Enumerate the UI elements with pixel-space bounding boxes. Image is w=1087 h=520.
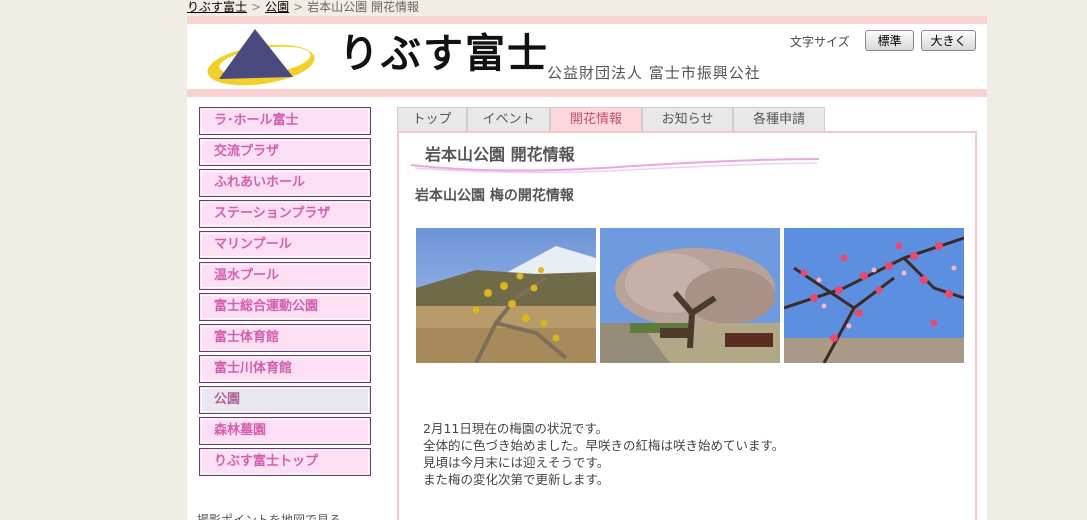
description-line: また梅の変化次第で更新します。 xyxy=(423,472,610,487)
description-line: 2月11日現在の梅園の状況です。 xyxy=(423,421,609,436)
org-name: 公益財団法人 富士市振興公社 xyxy=(547,64,761,82)
logo-text[interactable]: りぶす富士 xyxy=(339,27,549,81)
section-title: 岩本山公園 梅の開花情報 xyxy=(415,188,574,204)
font-size-label: 文字サイズ xyxy=(790,35,850,49)
breadcrumb-parent-link[interactable]: 公園 xyxy=(265,0,289,14)
tab-top[interactable]: トップ xyxy=(397,107,467,131)
sidebar-item-libus-top[interactable]: りぶす富士トップ xyxy=(199,448,371,476)
breadcrumb-separator: > xyxy=(293,0,304,14)
map-link[interactable]: 撮影ポイントを地図で見る xyxy=(197,511,341,520)
font-size-large-button[interactable]: 大きく xyxy=(921,30,976,51)
description-line: 全体的に色づき始めました。早咲きの紅梅は咲き始めています。 xyxy=(423,438,785,453)
breadcrumb-home-link[interactable]: りぶす富士 xyxy=(187,0,247,14)
sidebar-item-station-plaza[interactable]: ステーションプラザ xyxy=(199,200,371,228)
breadcrumb-current: 岩本山公園 開花情報 xyxy=(307,0,419,14)
sidebar-item-fureai-hall[interactable]: ふれあいホール xyxy=(199,169,371,197)
sidebar-item-park[interactable]: 公園 xyxy=(199,386,371,414)
sidebar-item-forest-cemetery[interactable]: 森林墓園 xyxy=(199,417,371,445)
description-line: 見頃は今月末には迎えそうです。 xyxy=(423,455,610,470)
tab-applications[interactable]: 各種申請 xyxy=(733,107,825,131)
sidebar-item-fuji-gym[interactable]: 富士体育館 xyxy=(199,324,371,352)
sidebar-item-koryu-plaza[interactable]: 交流プラザ xyxy=(199,138,371,166)
site-header: りぶす富士 公益財団法人 富士市振興公社 文字サイズ 標準 大きく xyxy=(187,16,987,97)
content-panel: 岩本山公園 開花情報 岩本山公園 梅の開花情報 2月11日現在の梅園の状況です。… xyxy=(397,131,977,520)
sidebar-item-marine-pool[interactable]: マリンプール xyxy=(199,231,371,259)
font-size-standard-button[interactable]: 標準 xyxy=(865,30,914,51)
photo-red-plum-blossom xyxy=(784,228,964,363)
photo-wintersweet xyxy=(416,228,596,363)
sidebar-item-fujikawa-gym[interactable]: 富士川体育館 xyxy=(199,355,371,383)
breadcrumb: りぶす富士 > 公園 > 岩本山公園 開花情報 xyxy=(187,0,419,16)
sidebar-item-sports-park[interactable]: 富士総合運動公園 xyxy=(199,293,371,321)
tab-event[interactable]: イベント xyxy=(467,107,550,131)
sidebar-item-heated-pool[interactable]: 温水プール xyxy=(199,262,371,290)
tab-news[interactable]: お知らせ xyxy=(642,107,733,131)
bloom-description: 2月11日現在の梅園の状況です。 全体的に色づき始めました。早咲きの紅梅は咲き始… xyxy=(423,420,784,488)
tab-bar: トップ イベント 開花情報 お知らせ 各種申請 xyxy=(397,107,825,131)
breadcrumb-separator: > xyxy=(251,0,262,14)
sidebar-nav: ラ･ホール富士 交流プラザ ふれあいホール ステーションプラザ マリンプール 温… xyxy=(199,107,371,479)
photo-plum-tree xyxy=(600,228,780,363)
tab-bloom-info[interactable]: 開花情報 xyxy=(550,107,642,131)
page-container: りぶす富士 公益財団法人 富士市振興公社 文字サイズ 標準 大きく ラ･ホール富… xyxy=(187,16,987,520)
sidebar-item-la-hall-fuji[interactable]: ラ･ホール富士 xyxy=(199,107,371,135)
logo-mark-icon[interactable] xyxy=(205,27,317,89)
title-swoosh-decoration xyxy=(410,158,820,174)
